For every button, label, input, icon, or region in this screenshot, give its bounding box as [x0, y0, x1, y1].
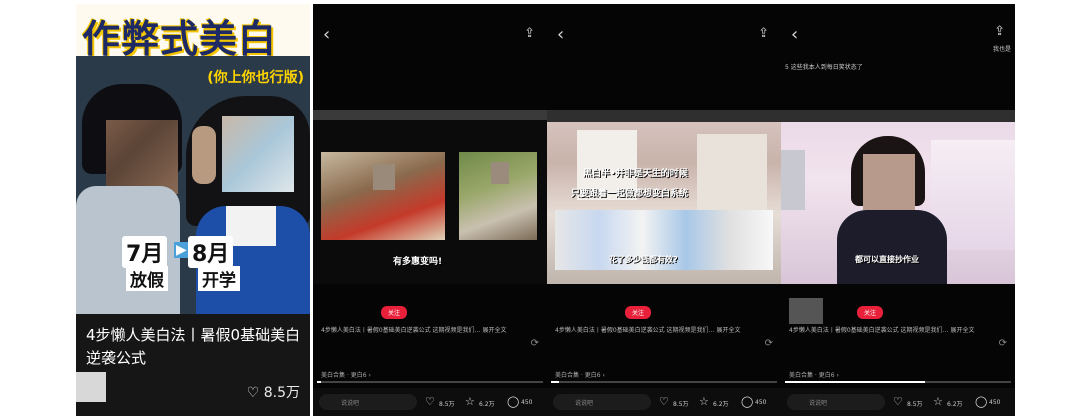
- comment-icon[interactable]: ◯: [507, 395, 519, 408]
- follow-tag[interactable]: 关注: [857, 306, 884, 319]
- cover-likes[interactable]: ♡ 8.5万: [247, 382, 300, 402]
- video-screen-3: ‹ ⇪ 我也是 5 这些我本人到每日笑状态了 都可以直接抄作业 关注 4步懒人美…: [781, 4, 1015, 416]
- likes-count: 8.5万: [263, 385, 300, 401]
- like-count: 8.5万: [907, 401, 923, 408]
- video-overlay-text-2: 只要跟着一起做都想变白系统: [571, 189, 689, 199]
- left-person-face-blur: [106, 120, 178, 194]
- video-frame[interactable]: 都可以直接抄作业: [781, 110, 1015, 284]
- video-overlay-text: 有多惠变吗!: [393, 257, 443, 267]
- like-icon[interactable]: ♡: [425, 395, 435, 408]
- comment-input-placeholder: 说说吧: [341, 400, 360, 407]
- cover-caption[interactable]: 4步懒人美白法丨暑假0基础美白逆袭公式: [86, 324, 304, 370]
- monitor: [781, 150, 805, 210]
- cover-title-bar: 作弊式美白: [76, 4, 310, 61]
- cover-title: 作弊式美白: [82, 17, 278, 61]
- comment-count: 450: [755, 399, 767, 406]
- back-icon[interactable]: ‹: [557, 24, 564, 45]
- comment-input-placeholder: 说说吧: [809, 400, 828, 407]
- video-header-strip: [547, 110, 781, 122]
- video-header-strip: [781, 110, 1015, 122]
- bottom-bar: 说说吧 ♡ 8.5万 ☆ 6.2万 ◯ 450: [781, 388, 1015, 416]
- share-icon[interactable]: ⇪: [524, 26, 535, 41]
- video-overlay-text: 都可以直接抄作业: [855, 255, 919, 264]
- like-icon[interactable]: ♡: [659, 395, 669, 408]
- cover-photo: [76, 56, 310, 314]
- video-frame[interactable]: 有多惠变吗!: [313, 110, 547, 284]
- bottom-bar: 说说吧 ♡ 8.5万 ☆ 6.2万 ◯ 450: [313, 388, 547, 416]
- hand: [192, 126, 216, 184]
- like-count: 8.5万: [673, 401, 689, 408]
- video-overlay-text-1: 黑白半•并非是天生的时候: [583, 169, 688, 179]
- share-label: 我也是: [992, 46, 1011, 53]
- star-count: 6.2万: [713, 401, 729, 408]
- comment-input[interactable]: 说说吧: [553, 394, 651, 410]
- cover-panel[interactable]: 作弊式美白 (你上你也行版) 7月 ▶ 8月 放假 开学 4步懒人美白法丨暑假0…: [76, 4, 310, 416]
- comment-icon[interactable]: ◯: [975, 395, 987, 408]
- video-screen-2: ‹ ⇪ 黑白半•并非是天生的时候 只要跟着一起做都想变白系统 花了多少钱都有效?…: [547, 4, 781, 416]
- right-person-collar: [226, 206, 276, 246]
- heart-icon: ♡: [246, 385, 260, 401]
- progress-fill: [551, 381, 559, 383]
- star-icon[interactable]: ☆: [933, 395, 943, 408]
- back-icon[interactable]: ‹: [323, 24, 330, 45]
- blur-face-2: [491, 162, 509, 184]
- comment-input[interactable]: 说说吧: [787, 394, 885, 410]
- video-caption[interactable]: 4步懒人美白法丨暑假0基础美白逆袭公式 这期视频是我们… 展开全文: [789, 326, 999, 336]
- follow-tag[interactable]: 关注: [381, 306, 408, 319]
- month-from: 7月: [122, 236, 168, 268]
- comment-input-placeholder: 说说吧: [575, 400, 594, 407]
- arrow-icon: ▶: [174, 242, 189, 258]
- blur-face-1: [373, 164, 395, 190]
- person-face-blur: [863, 154, 915, 210]
- comment-input[interactable]: 说说吧: [319, 394, 417, 410]
- like-icon[interactable]: ♡: [893, 395, 903, 408]
- progress-fill: [785, 381, 925, 383]
- collection-bar[interactable]: 美白合集 · 更白6 ›: [555, 370, 605, 379]
- top-text: 5 这些我本人到每日笑状态了: [785, 64, 863, 71]
- star-icon[interactable]: ☆: [465, 395, 475, 408]
- cover-subtitle: (你上你也行版): [207, 70, 304, 86]
- progress-bar[interactable]: [317, 381, 543, 383]
- rotate-icon[interactable]: ⟳: [531, 338, 539, 349]
- month-to: 8月: [188, 236, 234, 268]
- video-header-strip: [313, 110, 547, 120]
- share-icon[interactable]: ⇪: [758, 26, 769, 41]
- label-from: 放假: [126, 266, 168, 291]
- back-icon[interactable]: ‹: [791, 24, 798, 45]
- comment-count: 450: [989, 399, 1001, 406]
- video-caption[interactable]: 4步懒人美白法丨暑假0基础美白逆袭公式 这期视频是我们… 展开全文: [555, 326, 765, 336]
- video-frame[interactable]: 黑白半•并非是天生的时候 只要跟着一起做都想变白系统 花了多少钱都有效?: [547, 110, 781, 284]
- right-person-face-blur: [222, 116, 294, 192]
- video-overlay-text-3: 花了多少钱都有效?: [609, 255, 678, 264]
- share-icon[interactable]: ⇪: [994, 24, 1005, 39]
- label-to: 开学: [198, 266, 240, 291]
- collection-bar[interactable]: 美白合集 · 更白6 ›: [789, 370, 839, 379]
- avatar[interactable]: [76, 372, 106, 402]
- star-count: 6.2万: [947, 401, 963, 408]
- bottom-bar: 说说吧 ♡ 8.5万 ☆ 6.2万 ◯ 450: [547, 388, 781, 416]
- star-count: 6.2万: [479, 401, 495, 408]
- comment-icon[interactable]: ◯: [741, 395, 753, 408]
- rotate-icon[interactable]: ⟳: [765, 338, 773, 349]
- video-caption[interactable]: 4步懒人美白法丨暑假0基础美白逆袭公式 这期视频是我们… 展开全文: [321, 326, 531, 336]
- star-icon[interactable]: ☆: [699, 395, 709, 408]
- progress-bar[interactable]: [785, 381, 1011, 383]
- follow-tag[interactable]: 关注: [625, 306, 652, 319]
- collection-bar[interactable]: 美白合集 · 更白6 ›: [321, 370, 371, 379]
- video-screen-1: ‹ ⇪ 有多惠变吗! 关注 4步懒人美白法丨暑假0基础美白逆袭公式 这期视频是我…: [313, 4, 547, 416]
- product-box-2: [697, 134, 767, 214]
- person-body: [837, 210, 947, 284]
- progress-bar[interactable]: [551, 381, 777, 383]
- comment-count: 450: [521, 399, 533, 406]
- like-count: 8.5万: [439, 401, 455, 408]
- rotate-icon[interactable]: ⟳: [999, 338, 1007, 349]
- avatar[interactable]: [789, 298, 823, 324]
- progress-fill: [317, 381, 321, 383]
